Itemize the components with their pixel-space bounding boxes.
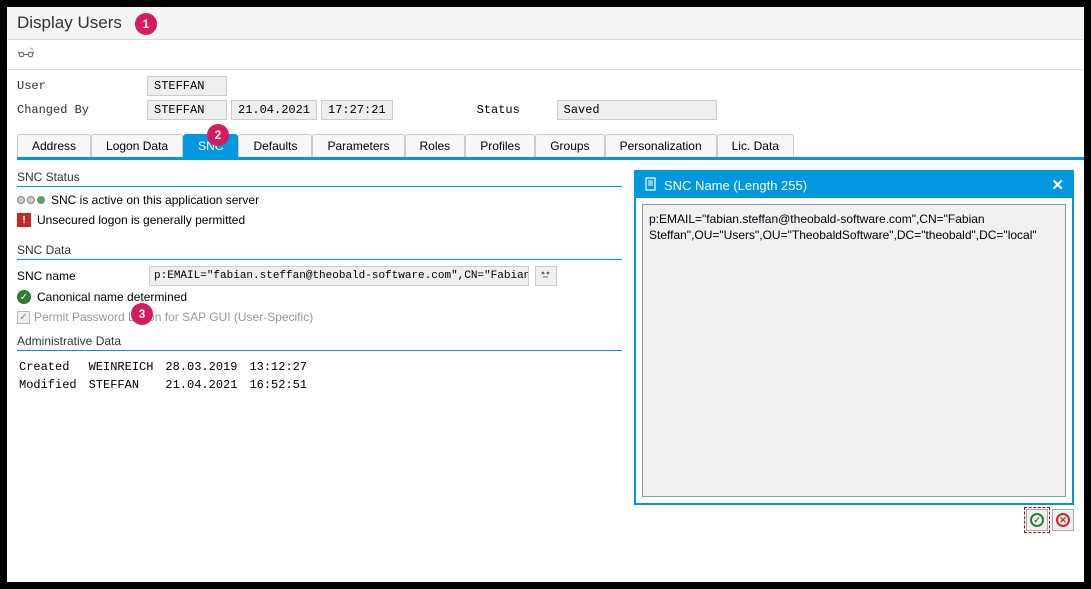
alert-icon: ! <box>17 213 31 227</box>
cancel-circle-icon: ✕ <box>1056 513 1070 527</box>
tab-defaults[interactable]: Defaults <box>238 134 312 157</box>
tab-personalization[interactable]: Personalization <box>605 134 717 157</box>
admin-data-section: Administrative Data Created WEINREICH 28… <box>17 334 622 405</box>
table-row: Modified STEFFAN 21.04.2021 16:52:51 <box>19 377 317 393</box>
document-icon <box>644 177 658 194</box>
snc-active-text: SNC is active on this application server <box>51 193 259 207</box>
user-label: User <box>17 79 147 93</box>
tab-parameters[interactable]: Parameters <box>312 134 404 157</box>
snc-name-label: SNC name <box>17 269 117 283</box>
unsecured-logon-text: Unsecured logon is generally permitted <box>37 213 245 227</box>
tab-address[interactable]: Address <box>17 134 91 157</box>
snc-status-title: SNC Status <box>17 170 622 186</box>
popup-title: SNC Name (Length 255) <box>664 178 807 193</box>
tab-groups[interactable]: Groups <box>535 134 604 157</box>
tab-content: SNC Status SNC is active on this applica… <box>7 160 1084 545</box>
snc-data-title: SNC Data <box>17 243 622 259</box>
header-form: User STEFFAN Changed By STEFFAN 21.04.20… <box>7 70 1084 128</box>
close-icon[interactable]: ✕ <box>1051 176 1064 194</box>
canonical-text: Canonical name determined <box>37 290 187 304</box>
tab-profiles[interactable]: Profiles <box>465 134 535 157</box>
snc-status-section: SNC Status SNC is active on this applica… <box>17 170 622 243</box>
expand-icon <box>540 269 552 284</box>
status-value: Saved <box>557 100 717 120</box>
created-by: WEINREICH <box>89 359 164 375</box>
callout-3: 3 <box>131 303 153 325</box>
ok-button[interactable]: ✓ <box>1026 509 1048 531</box>
table-row: Created WEINREICH 28.03.2019 13:12:27 <box>19 359 317 375</box>
created-label: Created <box>19 359 87 375</box>
modified-by: STEFFAN <box>89 377 164 393</box>
callout-1: 1 <box>135 13 157 35</box>
status-label: Status <box>477 103 557 117</box>
tab-strip: Address Logon Data SNC Defaults Paramete… <box>17 134 1084 160</box>
check-icon: ✓ <box>17 290 31 304</box>
permit-password-label: Permit Password Logon for SAP GUI (User-… <box>34 310 313 324</box>
sap-window: 1 2 3 Display Users User STEFFAN Changed… <box>6 6 1085 583</box>
changed-by-value: STEFFAN <box>147 100 227 120</box>
admin-data-title: Administrative Data <box>17 334 622 350</box>
tab-roles[interactable]: Roles <box>405 134 466 157</box>
created-time: 13:12:27 <box>249 359 317 375</box>
snc-data-section: SNC Data SNC name p:EMAIL="fabian.steffa… <box>17 243 622 334</box>
tab-lic-data[interactable]: Lic. Data <box>717 134 794 157</box>
user-value: STEFFAN <box>147 76 227 96</box>
traffic-light-icon <box>17 196 45 204</box>
page-title: Display Users <box>17 13 122 33</box>
title-bar: Display Users <box>7 7 1084 40</box>
changed-date: 21.04.2021 <box>231 100 317 120</box>
check-circle-icon: ✓ <box>1030 513 1044 527</box>
cancel-button[interactable]: ✕ <box>1052 509 1074 531</box>
snc-name-expand-button[interactable] <box>535 266 557 286</box>
snc-name-textarea[interactable] <box>642 204 1066 497</box>
tab-logon-data[interactable]: Logon Data <box>91 134 183 157</box>
snc-name-popup: SNC Name (Length 255) ✕ <box>634 170 1074 505</box>
created-date: 28.03.2019 <box>165 359 247 375</box>
snc-name-input[interactable]: p:EMAIL="fabian.steffan@theobald-softwar… <box>149 266 529 286</box>
popup-header: SNC Name (Length 255) ✕ <box>636 172 1072 198</box>
toolbar <box>7 40 1084 70</box>
permit-password-checkbox: ✓ <box>17 311 30 324</box>
admin-table: Created WEINREICH 28.03.2019 13:12:27 Mo… <box>17 357 319 395</box>
callout-2: 2 <box>207 124 229 146</box>
modified-time: 16:52:51 <box>249 377 317 393</box>
modified-label: Modified <box>19 377 87 393</box>
modified-date: 21.04.2021 <box>165 377 247 393</box>
glasses-icon[interactable] <box>17 44 35 62</box>
changed-time: 17:27:21 <box>321 100 393 120</box>
changed-by-label: Changed By <box>17 103 147 117</box>
